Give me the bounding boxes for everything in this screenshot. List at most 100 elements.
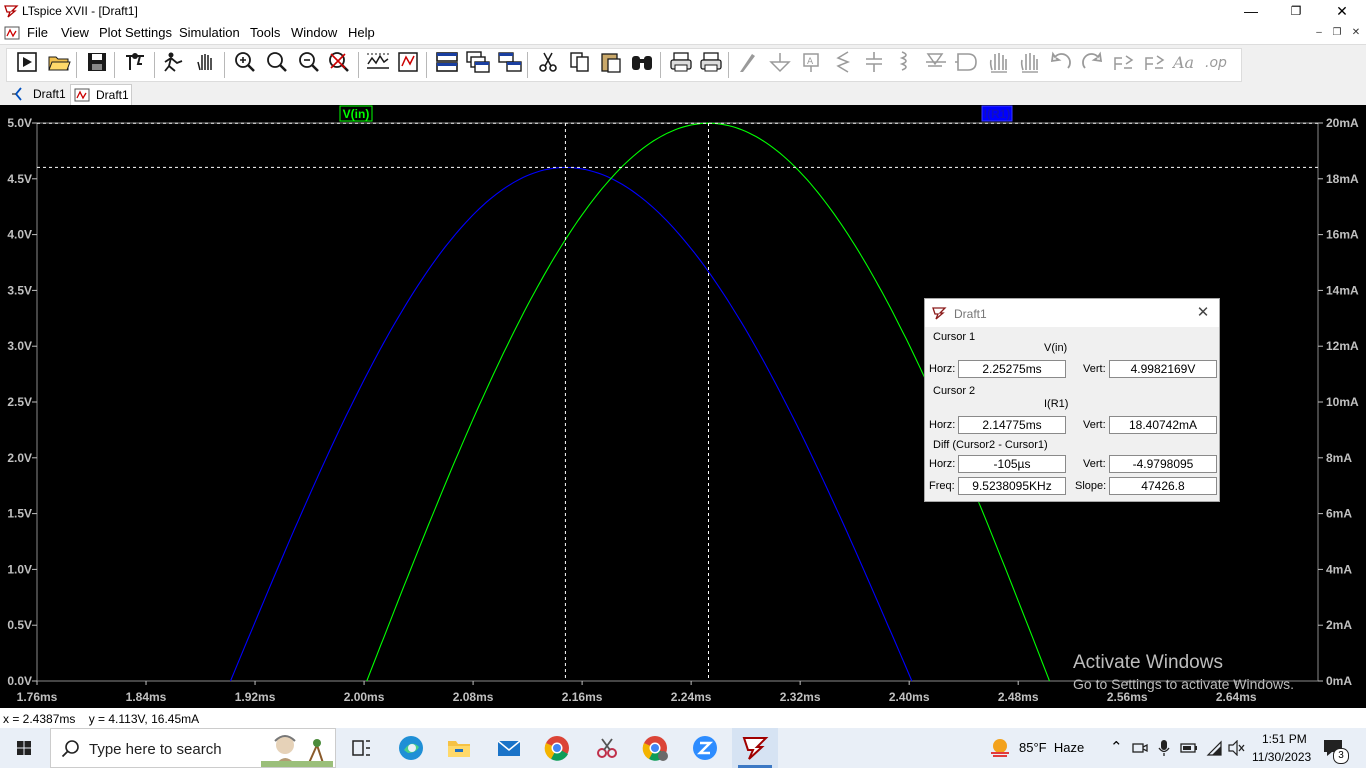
menu-plot-settings[interactable]: Plot Settings: [99, 25, 172, 40]
chrome-icon[interactable]: [542, 733, 572, 763]
cursor1-vert-field[interactable]: 4.9982169V: [1109, 360, 1217, 378]
menu-bar: File View Plot Settings Simulation Tools…: [0, 22, 1366, 44]
capacitor-icon[interactable]: [861, 50, 887, 74]
open-icon[interactable]: [46, 50, 72, 74]
cursor2-vert-field[interactable]: 18.40742mA: [1109, 416, 1217, 434]
mirror-icon[interactable]: [1141, 50, 1167, 74]
drag-icon[interactable]: [1016, 50, 1042, 74]
tile-horizontally-icon[interactable]: [434, 50, 460, 74]
menu-help[interactable]: Help: [348, 25, 375, 40]
component-icon[interactable]: [954, 50, 980, 74]
pan-icon[interactable]: [192, 50, 218, 74]
mdi-minimize-button[interactable]: –: [1312, 26, 1326, 40]
task-view-icon[interactable]: [346, 733, 376, 763]
control-panel-icon[interactable]: [122, 50, 148, 74]
zoom-out-icon[interactable]: [296, 50, 322, 74]
paste-icon[interactable]: [598, 50, 624, 74]
rotate-icon[interactable]: [1110, 50, 1136, 74]
dialog-title-bar[interactable]: Draft1 ✕: [925, 299, 1219, 327]
menu-tools[interactable]: Tools: [250, 25, 280, 40]
menu-simulation[interactable]: Simulation: [179, 25, 240, 40]
tab-bar: Draft1 Draft1: [0, 82, 1366, 105]
save-icon[interactable]: [84, 50, 110, 74]
label-net-icon[interactable]: A: [798, 50, 824, 74]
cursor-readout-dialog[interactable]: Draft1 ✕ Cursor 1 V(in) Horz: 2.25275ms …: [924, 298, 1220, 502]
find-icon[interactable]: [629, 50, 655, 74]
microphone-icon[interactable]: [1156, 739, 1172, 757]
halt-icon[interactable]: [161, 50, 187, 74]
zoom-icon[interactable]: [690, 733, 720, 763]
ltspice-taskbar-button[interactable]: [732, 728, 778, 768]
tab-label: Draft1: [33, 87, 66, 101]
diode-icon[interactable]: [923, 50, 949, 74]
clock-date[interactable]: 11/30/2023: [1252, 750, 1311, 764]
mail-icon[interactable]: [494, 733, 524, 763]
undo-icon[interactable]: [1048, 50, 1074, 74]
chevron-up-icon[interactable]: ⌃: [1110, 738, 1123, 756]
ground-icon[interactable]: [767, 50, 793, 74]
diff-slope-label: Slope:: [1075, 480, 1107, 492]
redo-icon[interactable]: [1079, 50, 1105, 74]
toolbar-separator: [76, 52, 77, 78]
cut-icon[interactable]: [535, 50, 561, 74]
edge-icon[interactable]: [396, 733, 426, 763]
weather-haze-icon[interactable]: [988, 736, 1012, 760]
x-axis-tick-label: 2.24ms: [671, 690, 712, 704]
cursor2-horz-field[interactable]: 2.14775ms: [958, 416, 1066, 434]
right-axis-tick-label: 8mA: [1326, 451, 1352, 465]
snipping-tool-icon[interactable]: [592, 733, 622, 763]
cursor1-vert-label: Vert:: [1083, 363, 1106, 375]
cursor-coordinates: x = 2.4387ms y = 4.113V, 16.45mA: [3, 712, 200, 726]
diff-freq-field[interactable]: 9.5238095KHz: [958, 477, 1066, 495]
diff-vert-field[interactable]: -4.9798095: [1109, 455, 1217, 473]
weather-text[interactable]: 85°F Haze: [1019, 740, 1084, 755]
chrome-profile-icon[interactable]: [640, 733, 670, 763]
manual-limits-icon[interactable]: [396, 50, 422, 74]
autorange-y-icon[interactable]: [365, 50, 391, 74]
spice-directive-icon[interactable]: .op: [1203, 50, 1229, 74]
move-icon[interactable]: [985, 50, 1011, 74]
left-axis-tick-label: 3.5V: [7, 283, 32, 297]
file-explorer-icon[interactable]: [444, 733, 474, 763]
cascade-icon[interactable]: [465, 50, 491, 74]
text-icon[interactable]: Aa: [1171, 50, 1198, 74]
cursor2-horz-label: Horz:: [929, 419, 956, 431]
zoom-fit-icon[interactable]: [326, 50, 352, 74]
close-window-button[interactable]: ✕: [1319, 0, 1365, 22]
zoom-back-icon[interactable]: [264, 50, 290, 74]
battery-icon[interactable]: [1180, 741, 1198, 755]
x-axis-tick-label: 2.00ms: [344, 690, 385, 704]
taskbar-search[interactable]: Type here to search: [50, 728, 336, 768]
inductor-icon[interactable]: [892, 50, 918, 74]
wifi-icon[interactable]: [1206, 740, 1222, 756]
menu-window[interactable]: Window: [291, 25, 337, 40]
dialog-title: Draft1: [954, 307, 987, 321]
clock-time[interactable]: 1:51 PM: [1262, 732, 1307, 746]
run-icon[interactable]: [14, 50, 40, 74]
print-setup-icon[interactable]: [698, 50, 724, 74]
copy-icon[interactable]: [567, 50, 593, 74]
mdi-close-button[interactable]: ✕: [1349, 26, 1363, 40]
tile-vertically-icon[interactable]: [497, 50, 523, 74]
draw-wire-icon[interactable]: [736, 50, 762, 74]
waveform-doc-icon[interactable]: [4, 25, 20, 41]
minimize-button[interactable]: —: [1228, 0, 1274, 22]
print-icon[interactable]: [668, 50, 694, 74]
mdi-restore-button[interactable]: ❐: [1330, 26, 1344, 40]
menu-view[interactable]: View: [61, 25, 89, 40]
menu-file[interactable]: File: [27, 25, 48, 40]
volume-muted-icon[interactable]: [1228, 740, 1246, 756]
diff-horz-field[interactable]: -105µs: [958, 455, 1066, 473]
zoom-in-icon[interactable]: [232, 50, 258, 74]
resistor-icon[interactable]: [830, 50, 856, 74]
tab-waveform-draft1[interactable]: Draft1: [70, 84, 132, 105]
meet-now-icon[interactable]: [1132, 740, 1148, 756]
maximize-button[interactable]: ❐: [1273, 0, 1319, 22]
windows-start-icon[interactable]: [0, 728, 48, 768]
tab-schematic-draft1[interactable]: Draft1: [8, 84, 66, 104]
close-icon[interactable]: ✕: [1193, 303, 1213, 323]
x-axis-tick-label: 2.56ms: [1107, 690, 1148, 704]
diff-horz-label: Horz:: [929, 458, 956, 470]
diff-slope-field[interactable]: 47426.8: [1109, 477, 1217, 495]
cursor1-horz-field[interactable]: 2.25275ms: [958, 360, 1066, 378]
